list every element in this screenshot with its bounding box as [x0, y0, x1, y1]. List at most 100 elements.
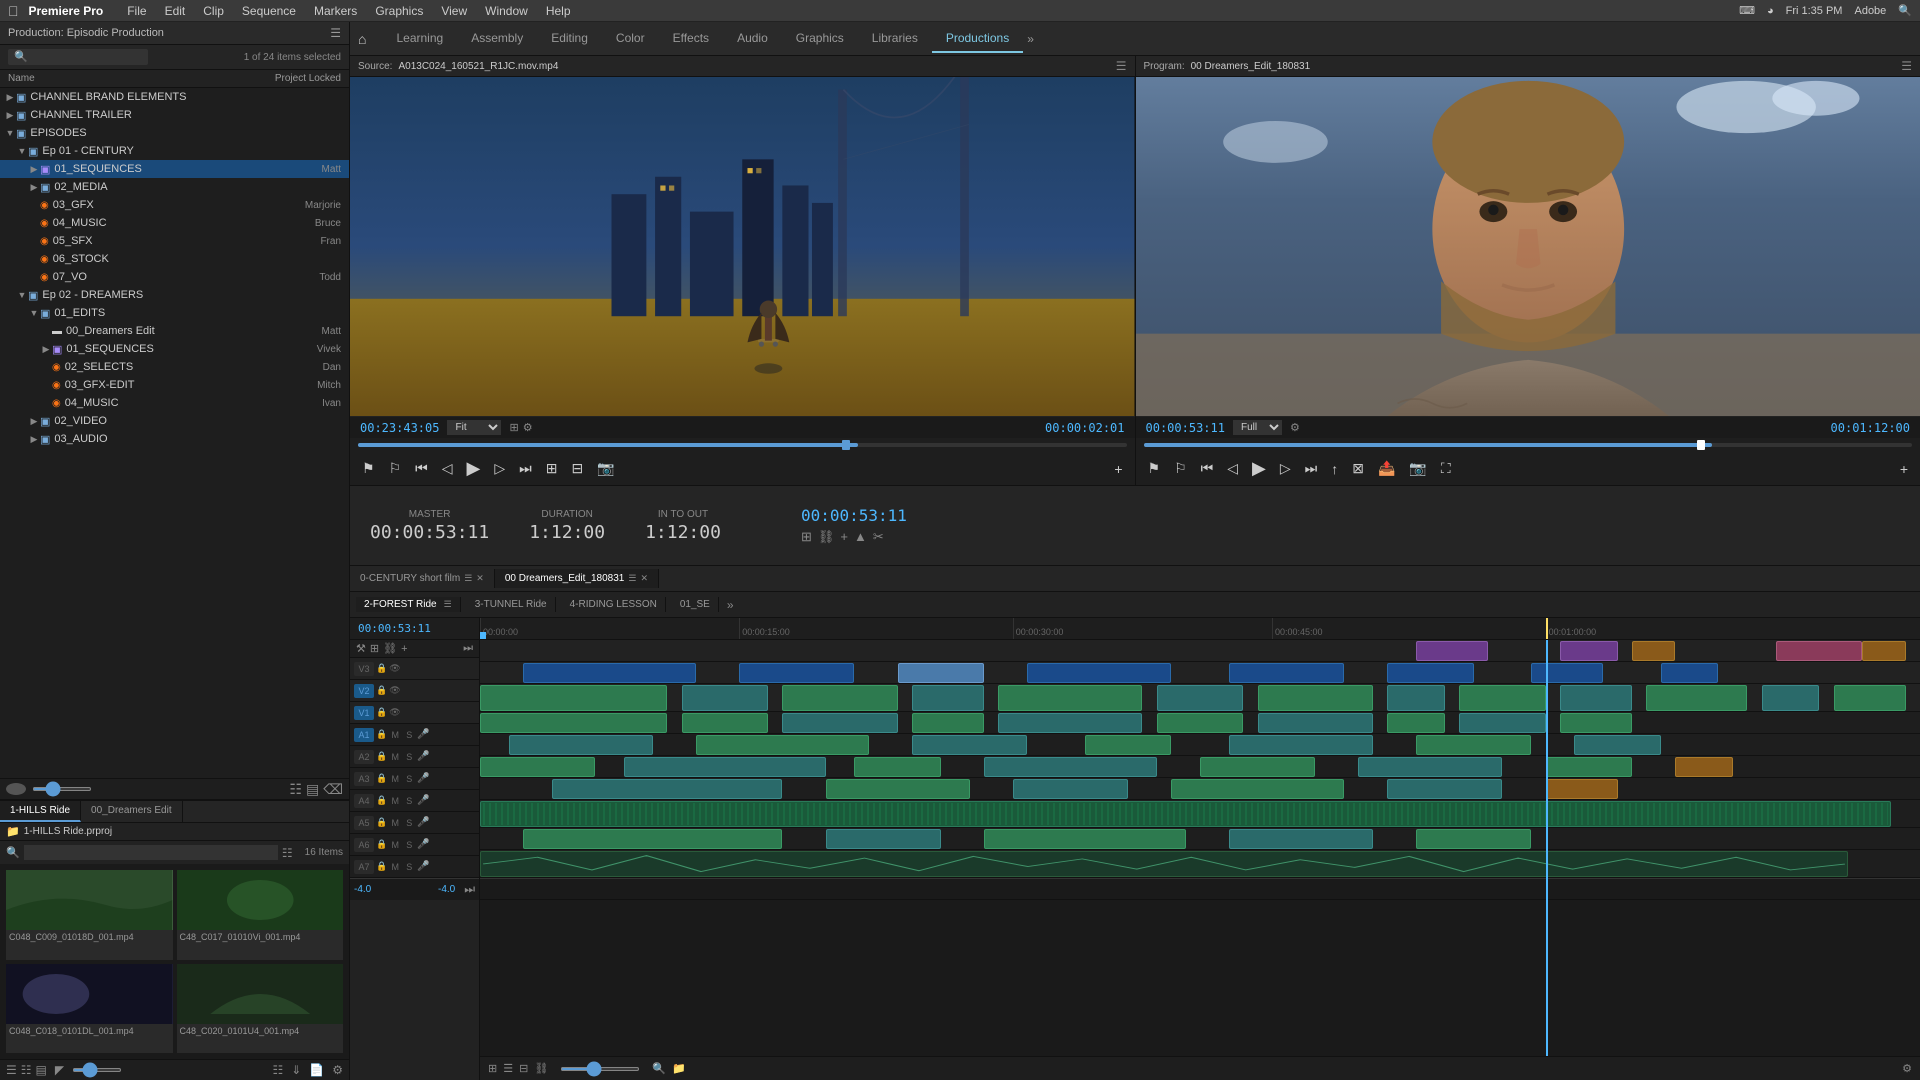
- clip-v3-2[interactable]: [1560, 641, 1618, 661]
- clip-a2-3[interactable]: [912, 735, 1027, 755]
- safe-margins-icon[interactable]: ⊞: [509, 421, 518, 434]
- tree-item-dreamers-edit[interactable]: ▬ 00_Dreamers Edit Matt: [0, 322, 349, 340]
- tree-item-07-vo[interactable]: ◉ 07_VO Todd: [0, 268, 349, 286]
- tree-item-04-music-ep02[interactable]: ◉ 04_MUSIC Ivan: [0, 394, 349, 412]
- master-end-icon[interactable]: ⏭: [464, 882, 475, 897]
- clip-v2-3[interactable]: [898, 663, 984, 683]
- clip-a1-1[interactable]: [480, 713, 667, 733]
- tree-item-03-audio[interactable]: ▶ ▣ 03_AUDIO: [0, 430, 349, 448]
- tree-item-episodes[interactable]: ▼ ▣ EPISODES: [0, 124, 349, 142]
- automate-icon[interactable]: ⚙: [332, 1063, 343, 1077]
- a7-mic[interactable]: 🎤: [417, 861, 429, 872]
- clip-a4-5[interactable]: [1387, 779, 1502, 799]
- thumbnail-item[interactable]: C48_C020_0101U4_001.mp4: [177, 964, 344, 1054]
- tree-item-01-sequences[interactable]: ▶ ▣ 01_SEQUENCES Matt: [0, 160, 349, 178]
- project-search-input[interactable]: [8, 49, 148, 65]
- tree-item-06-stock[interactable]: ◉ 06_STOCK: [0, 250, 349, 268]
- menu-markers[interactable]: Markers: [306, 3, 365, 19]
- menu-help[interactable]: Help: [538, 3, 579, 19]
- v1-target[interactable]: V1: [354, 706, 374, 720]
- clip-a4-1[interactable]: [552, 779, 782, 799]
- menu-file[interactable]: File: [119, 3, 154, 19]
- a6-lock[interactable]: 🔒: [376, 839, 387, 850]
- menu-graphics[interactable]: Graphics: [367, 3, 431, 19]
- nav-more-icon[interactable]: »: [1027, 32, 1034, 46]
- clip-v1-7[interactable]: [1258, 685, 1373, 711]
- new-item-icon[interactable]: ▤: [306, 781, 319, 798]
- tree-item-01-edits[interactable]: ▼ ▣ 01_EDITS: [0, 304, 349, 322]
- tab-libraries[interactable]: Libraries: [858, 25, 932, 53]
- program-settings-icon[interactable]: ☰: [1901, 59, 1912, 73]
- tab-effects[interactable]: Effects: [659, 25, 723, 53]
- a3-s[interactable]: S: [403, 774, 415, 784]
- list-view-icon[interactable]: ☰: [6, 1063, 17, 1077]
- a5-target[interactable]: A5: [354, 816, 374, 830]
- clip-v2-8[interactable]: [1661, 663, 1719, 683]
- timeline-zoom-slider[interactable]: [560, 1067, 640, 1071]
- clip-a2-6[interactable]: [1416, 735, 1531, 755]
- more-tabs-icon[interactable]: »: [727, 598, 734, 612]
- clip-a1-3[interactable]: [782, 713, 897, 733]
- menu-view[interactable]: View: [433, 3, 475, 19]
- menu-clip[interactable]: Clip: [195, 3, 232, 19]
- tree-item-03-gfx-edit[interactable]: ◉ 03_GFX-EDIT Mitch: [0, 376, 349, 394]
- source-go-in-icon[interactable]: ⏮: [411, 458, 432, 479]
- clip-v3-4[interactable]: [1776, 641, 1862, 661]
- program-step-back-icon[interactable]: ◁: [1223, 458, 1242, 479]
- tl-marker-icon[interactable]: ⊞: [488, 1062, 497, 1075]
- tab-assembly[interactable]: Assembly: [457, 25, 537, 53]
- grid-view-icon[interactable]: ☷: [21, 1063, 32, 1077]
- tl-search-icon[interactable]: 🔍: [652, 1062, 666, 1075]
- tl-settings-icon[interactable]: ⚙: [1902, 1062, 1912, 1075]
- menubar-search-icon[interactable]: 🔍: [1898, 4, 1912, 17]
- tree-item-03-gfx[interactable]: ◉ 03_GFX Marjorie: [0, 196, 349, 214]
- new-bin-icon[interactable]: ☷: [289, 781, 302, 798]
- seq-tab-menu[interactable]: ☰: [628, 573, 636, 584]
- a2-s[interactable]: S: [403, 752, 415, 762]
- clip-a3-6[interactable]: [1358, 757, 1502, 777]
- clip-v2-5[interactable]: [1229, 663, 1344, 683]
- clip-v1-5[interactable]: [998, 685, 1142, 711]
- clip-a6-1[interactable]: [523, 829, 782, 849]
- tree-item-05-sfx[interactable]: ◉ 05_SFX Fran: [0, 232, 349, 250]
- a1-target[interactable]: A1: [354, 728, 374, 742]
- clip-a1-10[interactable]: [1560, 713, 1632, 733]
- clip-v2-2[interactable]: [739, 663, 854, 683]
- source-step-back-icon[interactable]: ◁: [438, 458, 457, 479]
- a7-target[interactable]: A7: [354, 860, 374, 874]
- forest-ride-tab[interactable]: 2-FOREST Ride ☰: [356, 597, 461, 612]
- clip-v1-2[interactable]: [682, 685, 768, 711]
- clip-a3-1[interactable]: [480, 757, 595, 777]
- clip-a2-7[interactable]: [1574, 735, 1660, 755]
- tree-item-channel-trailer[interactable]: ▶ ▣ CHANNEL TRAILER: [0, 106, 349, 124]
- clip-v1-1[interactable]: [480, 685, 667, 711]
- track-nav-tools-icon[interactable]: ⚒: [356, 642, 366, 655]
- a6-target[interactable]: A6: [354, 838, 374, 852]
- a5-m[interactable]: M: [389, 818, 401, 828]
- v2-eye[interactable]: 👁: [389, 685, 400, 696]
- v2-target[interactable]: V2: [354, 684, 374, 698]
- v3-eye[interactable]: 👁: [389, 663, 400, 674]
- a4-s[interactable]: S: [403, 796, 415, 806]
- program-extract-icon[interactable]: ⊠: [1348, 458, 1368, 479]
- v2-lock[interactable]: 🔒: [376, 685, 387, 696]
- clip-a6-3[interactable]: [984, 829, 1186, 849]
- clip-v3-5[interactable]: [1862, 641, 1905, 661]
- source-camera-icon[interactable]: 📷: [593, 458, 618, 479]
- tree-item-02-media[interactable]: ▶ ▣ 02_MEDIA: [0, 178, 349, 196]
- seq-tab-close[interactable]: ✕: [640, 573, 648, 584]
- source-mark-out-icon[interactable]: ⚐: [385, 458, 406, 479]
- track-nav-link-icon[interactable]: ⛓: [383, 642, 397, 655]
- source-insert-icon[interactable]: ⊞: [542, 458, 562, 479]
- delete-icon[interactable]: ⌫: [323, 781, 343, 798]
- menu-sequence[interactable]: Sequence: [234, 3, 304, 19]
- import-icon[interactable]: ⇓: [291, 1063, 301, 1077]
- tl-list-icon[interactable]: ☰: [503, 1062, 513, 1075]
- media-browser-icon[interactable]: 📄: [309, 1063, 324, 1077]
- track-select-icon[interactable]: ▲: [854, 529, 867, 545]
- tab-color[interactable]: Color: [602, 25, 659, 53]
- source-go-out-icon[interactable]: ⏭: [515, 458, 536, 479]
- tree-item-02-selects[interactable]: ◉ 02_SELECTS Dan: [0, 358, 349, 376]
- clip-v1-8[interactable]: [1387, 685, 1445, 711]
- zoom-slider-thumb[interactable]: [6, 783, 26, 795]
